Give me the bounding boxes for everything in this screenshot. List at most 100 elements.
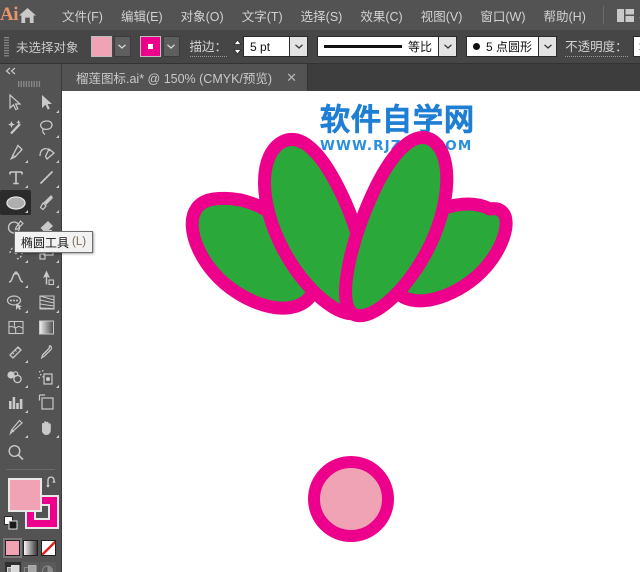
mesh-tool[interactable] (0, 315, 31, 340)
type-tool[interactable] (0, 165, 31, 190)
control-bar: 未选择对象 描边： 5 pt 等比 5 点圆形 不透明度： (0, 30, 640, 64)
curvature-tool[interactable] (31, 140, 62, 165)
illustrator-window: Ai 文件(F) 编辑(E) 对象(O) 文字(T) 选择(S) 效果(C) 视… (0, 0, 640, 572)
menu-item-edit[interactable]: 编辑(E) (112, 2, 172, 29)
menu-item-effect[interactable]: 效果(C) (351, 2, 411, 29)
tool-flyout-indicator (53, 160, 59, 163)
menu-item-select[interactable]: 选择(S) (292, 2, 352, 29)
tool-flyout-indicator (22, 310, 28, 313)
perspective-grid-tool[interactable] (31, 290, 62, 315)
magic-wand-tool[interactable] (0, 115, 31, 140)
menu-item-window[interactable]: 窗口(W) (471, 2, 534, 29)
width-tool[interactable] (0, 265, 31, 290)
document-tab[interactable]: 榴莲图标.ai* @ 150% (CMYK/预览) ✕ (62, 64, 308, 91)
width-profile-value: 等比 (408, 40, 433, 54)
blend-tool[interactable] (0, 365, 31, 390)
fill-control[interactable] (90, 36, 131, 57)
tools-panel-divider (6, 469, 55, 470)
stroke-weight-stepper[interactable] (232, 36, 243, 57)
zoom-tool[interactable] (0, 440, 31, 465)
close-icon[interactable]: ✕ (286, 71, 297, 84)
workspace-grid-icon (616, 8, 634, 22)
symbol-sprayer-tool[interactable] (31, 365, 62, 390)
slice-tool[interactable] (0, 415, 31, 440)
stroke-weight-label[interactable]: 描边： (189, 36, 228, 57)
tooltip-tool-name: 椭圆工具 (21, 235, 70, 250)
fill-color-box[interactable] (8, 478, 42, 512)
paintbrush-tool[interactable] (31, 190, 62, 215)
double-chevron-left-icon[interactable] (0, 64, 61, 77)
color-mode-button[interactable] (3, 538, 22, 558)
line-segment-tool[interactable] (31, 165, 62, 190)
stroke-control[interactable] (139, 36, 180, 57)
tool-flyout-indicator (22, 210, 28, 213)
free-transform-tool[interactable] (31, 265, 62, 290)
document-canvas[interactable]: 软件自学网 WWW.RJZXW.COM (62, 91, 640, 572)
menu-item-object[interactable]: 对象(O) (172, 2, 233, 29)
tool-flyout-indicator (22, 435, 28, 438)
swap-fill-stroke-icon[interactable] (45, 476, 58, 489)
stroke-weight-dropdown-button[interactable] (289, 36, 309, 57)
eyedropper-tool[interactable] (31, 340, 62, 365)
stroke-weight-combo[interactable]: 5 pt (243, 36, 309, 57)
tool-flyout-indicator (53, 135, 59, 138)
tooltip-shortcut: (L) (72, 236, 87, 248)
selection-tool[interactable] (0, 90, 31, 115)
tool-grid-empty-slot (31, 440, 62, 465)
tool-flyout-indicator (22, 160, 28, 163)
tool-flyout-indicator (22, 185, 28, 188)
shape-builder-tool[interactable] (0, 290, 31, 315)
default-fill-stroke-icon[interactable] (4, 516, 19, 531)
document-tab-title: 榴莲图标.ai* @ 150% (CMYK/预览) (76, 72, 273, 86)
pen-tool[interactable] (0, 140, 31, 165)
artboard-tool[interactable] (31, 390, 62, 415)
opacity-label[interactable]: 不透明度： (565, 36, 628, 57)
lotus-artwork[interactable] (62, 91, 640, 572)
full-screen-mode[interactable] (39, 562, 56, 572)
stroke-weight-value[interactable]: 5 pt (243, 36, 290, 57)
opacity-value-field[interactable]: 100% (632, 36, 640, 57)
fill-dropdown-button[interactable] (113, 36, 131, 57)
normal-screen-mode[interactable] (5, 562, 22, 572)
tool-flyout-indicator (53, 285, 59, 288)
width-profile-combo[interactable]: 等比 (317, 36, 458, 57)
menu-item-file[interactable]: 文件(F) (53, 2, 112, 29)
document-tab-bar: 榴莲图标.ai* @ 150% (CMYK/预览) ✕ (62, 64, 640, 91)
brush-definition-dropdown-button[interactable] (538, 36, 558, 57)
lotus-petals (185, 131, 513, 323)
direct-selection-tool[interactable] (31, 90, 62, 115)
tool-flyout-indicator (53, 385, 59, 388)
eyedropper-ruler-tool[interactable] (0, 340, 31, 365)
tool-flyout-indicator (53, 185, 59, 188)
control-bar-grip[interactable] (4, 36, 9, 58)
full-screen-menu-mode[interactable] (22, 562, 39, 572)
brush-definition-body[interactable]: 5 点圆形 (466, 36, 539, 57)
gradient-mode-button[interactable] (23, 540, 38, 556)
fill-stroke-control (0, 474, 62, 536)
menu-item-list: 文件(F) 编辑(E) 对象(O) 文字(T) 选择(S) 效果(C) 视图(V… (53, 2, 595, 29)
screen-mode-buttons (0, 556, 61, 572)
menu-item-help[interactable]: 帮助(H) (535, 2, 595, 29)
home-icon[interactable] (18, 0, 37, 30)
width-profile-dropdown-button[interactable] (438, 36, 458, 57)
stroke-dropdown-button[interactable] (162, 36, 180, 57)
workspace-switcher[interactable] (595, 6, 640, 24)
gradient-tool[interactable] (31, 315, 62, 340)
tools-panel-grip[interactable] (0, 77, 61, 90)
hand-tool[interactable] (31, 415, 62, 440)
width-profile-body[interactable]: 等比 (317, 36, 439, 57)
column-graph-tool[interactable] (0, 390, 31, 415)
menu-item-view[interactable]: 视图(V) (412, 2, 472, 29)
menu-item-type[interactable]: 文字(T) (233, 2, 292, 29)
selection-status-label: 未选择对象 (16, 41, 79, 55)
ellipse-tool[interactable] (0, 190, 31, 215)
lasso-tool[interactable] (31, 115, 62, 140)
tool-flyout-indicator (22, 410, 28, 413)
menu-bar: Ai 文件(F) 编辑(E) 对象(O) 文字(T) 选择(S) 效果(C) 视… (0, 0, 640, 30)
brush-definition-combo[interactable]: 5 点圆形 (466, 36, 558, 57)
stroke-color-swatch[interactable] (139, 36, 161, 57)
brush-definition-value: 5 点圆形 (486, 40, 533, 54)
tool-flyout-indicator (53, 310, 59, 313)
none-mode-button[interactable] (41, 540, 56, 556)
fill-color-swatch[interactable] (90, 36, 112, 57)
